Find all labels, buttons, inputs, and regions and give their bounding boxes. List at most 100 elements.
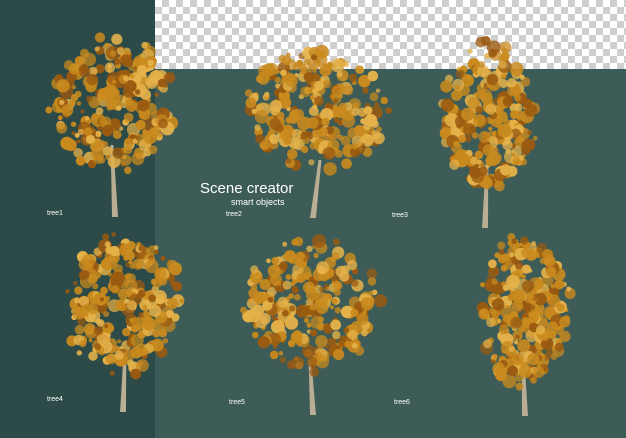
tree-3-image xyxy=(435,36,545,230)
foliage-cluster xyxy=(559,316,571,328)
foliage-cluster xyxy=(254,315,268,329)
foliage-cluster xyxy=(308,106,319,117)
foliage-cluster xyxy=(475,106,484,114)
foliage-cluster xyxy=(494,180,505,192)
foliage-cluster xyxy=(136,64,148,76)
foliage-cluster xyxy=(501,47,508,54)
foliage-cluster xyxy=(109,245,120,257)
foliage-cluster xyxy=(103,311,110,318)
foliage-cluster xyxy=(107,63,112,69)
foliage-cluster xyxy=(88,338,93,343)
foliage-cluster xyxy=(482,144,496,157)
foliage-cluster xyxy=(453,140,460,148)
foliage-cluster xyxy=(260,140,271,151)
foliage-cluster xyxy=(93,326,104,336)
foliage-cluster xyxy=(469,166,482,179)
foliage-cluster xyxy=(57,115,63,121)
foliage-cluster xyxy=(486,74,499,86)
foliage-cluster xyxy=(458,134,467,143)
foliage-cluster xyxy=(546,321,559,334)
foliage-cluster xyxy=(376,126,382,133)
foliage-cluster xyxy=(130,368,142,380)
foliage-cluster xyxy=(532,366,545,379)
foliage-cluster xyxy=(276,111,285,120)
foliage-cluster xyxy=(167,297,179,310)
foliage-cluster xyxy=(449,159,460,170)
foliage-cluster xyxy=(500,264,508,272)
foliage-cluster xyxy=(148,257,155,264)
foliage-cluster xyxy=(331,252,340,261)
foliage-cluster xyxy=(566,286,572,292)
foliage-cluster xyxy=(132,258,144,270)
foliage-cluster xyxy=(77,128,85,136)
foliage-cluster xyxy=(554,279,565,290)
foliage-cluster xyxy=(267,297,274,303)
foliage-cluster xyxy=(123,75,130,82)
foliage-cluster xyxy=(269,133,280,145)
foliage-cluster xyxy=(152,329,161,338)
foliage-cluster xyxy=(139,347,148,356)
foliage-cluster xyxy=(478,130,491,143)
foliage-cluster xyxy=(311,54,317,61)
foliage-cluster xyxy=(330,319,342,331)
foliage-cluster xyxy=(160,256,166,261)
foliage-cluster xyxy=(371,120,379,128)
tree-4-image xyxy=(62,232,192,414)
foliage-cluster xyxy=(510,316,523,329)
scene-subtitle: smart objects xyxy=(231,197,285,207)
foliage-cluster xyxy=(63,60,74,71)
foliage-cluster xyxy=(148,294,157,303)
foliage-cluster xyxy=(116,105,122,111)
foliage-cluster xyxy=(142,304,147,309)
foliage-cluster xyxy=(511,152,516,158)
foliage-cluster xyxy=(128,260,133,265)
foliage-cluster xyxy=(74,324,85,335)
scene-title: Scene creator xyxy=(200,180,294,197)
foliage-cluster xyxy=(488,48,497,58)
foliage-cluster xyxy=(154,92,159,97)
foliage-cluster xyxy=(323,162,337,176)
foliage-cluster xyxy=(124,298,129,304)
foliage-cluster xyxy=(75,155,86,166)
foliage-cluster xyxy=(114,350,124,360)
foliage-cluster xyxy=(351,279,359,287)
foliage-cluster xyxy=(290,281,296,286)
foliage-cluster xyxy=(137,289,146,298)
foliage-cluster xyxy=(94,46,100,52)
foliage-cluster xyxy=(102,322,114,334)
foliage-cluster xyxy=(375,88,381,93)
foliage-cluster xyxy=(360,297,374,311)
foliage-cluster xyxy=(291,286,299,294)
foliage-cluster xyxy=(470,156,478,165)
foliage-cluster xyxy=(341,114,356,128)
foliage-cluster xyxy=(522,98,533,109)
foliage-cluster xyxy=(264,91,270,98)
foliage-cluster xyxy=(250,265,259,274)
foliage-cluster xyxy=(535,325,545,335)
foliage-cluster xyxy=(85,116,90,121)
foliage-cluster xyxy=(464,74,472,82)
foliage-cluster xyxy=(498,324,509,335)
tree-3-graphic xyxy=(438,36,540,228)
tree-6-label: tree6 xyxy=(394,399,410,406)
foliage-cluster xyxy=(502,374,517,389)
foliage-cluster xyxy=(138,312,144,318)
foliage-cluster xyxy=(109,370,115,376)
foliage-cluster xyxy=(257,336,270,349)
foliage-cluster xyxy=(111,33,123,45)
tree-1-label: tree1 xyxy=(47,210,63,217)
foliage-cluster xyxy=(279,356,287,364)
foliage-cluster xyxy=(486,317,496,328)
foliage-cluster xyxy=(478,61,486,68)
foliage-cluster xyxy=(56,79,70,93)
foliage-cluster xyxy=(303,58,311,66)
foliage-cluster xyxy=(129,73,135,79)
foliage-cluster xyxy=(104,241,111,248)
foliage-cluster xyxy=(337,134,344,141)
foliage-cluster xyxy=(294,293,301,301)
scene-canvas: tree1 tree2 tree3 tree4 tree5 tree6 Scen… xyxy=(0,0,626,438)
foliage-cluster xyxy=(332,103,339,110)
foliage-cluster xyxy=(282,241,288,247)
foliage-cluster xyxy=(252,331,259,339)
foliage-cluster xyxy=(509,252,515,258)
